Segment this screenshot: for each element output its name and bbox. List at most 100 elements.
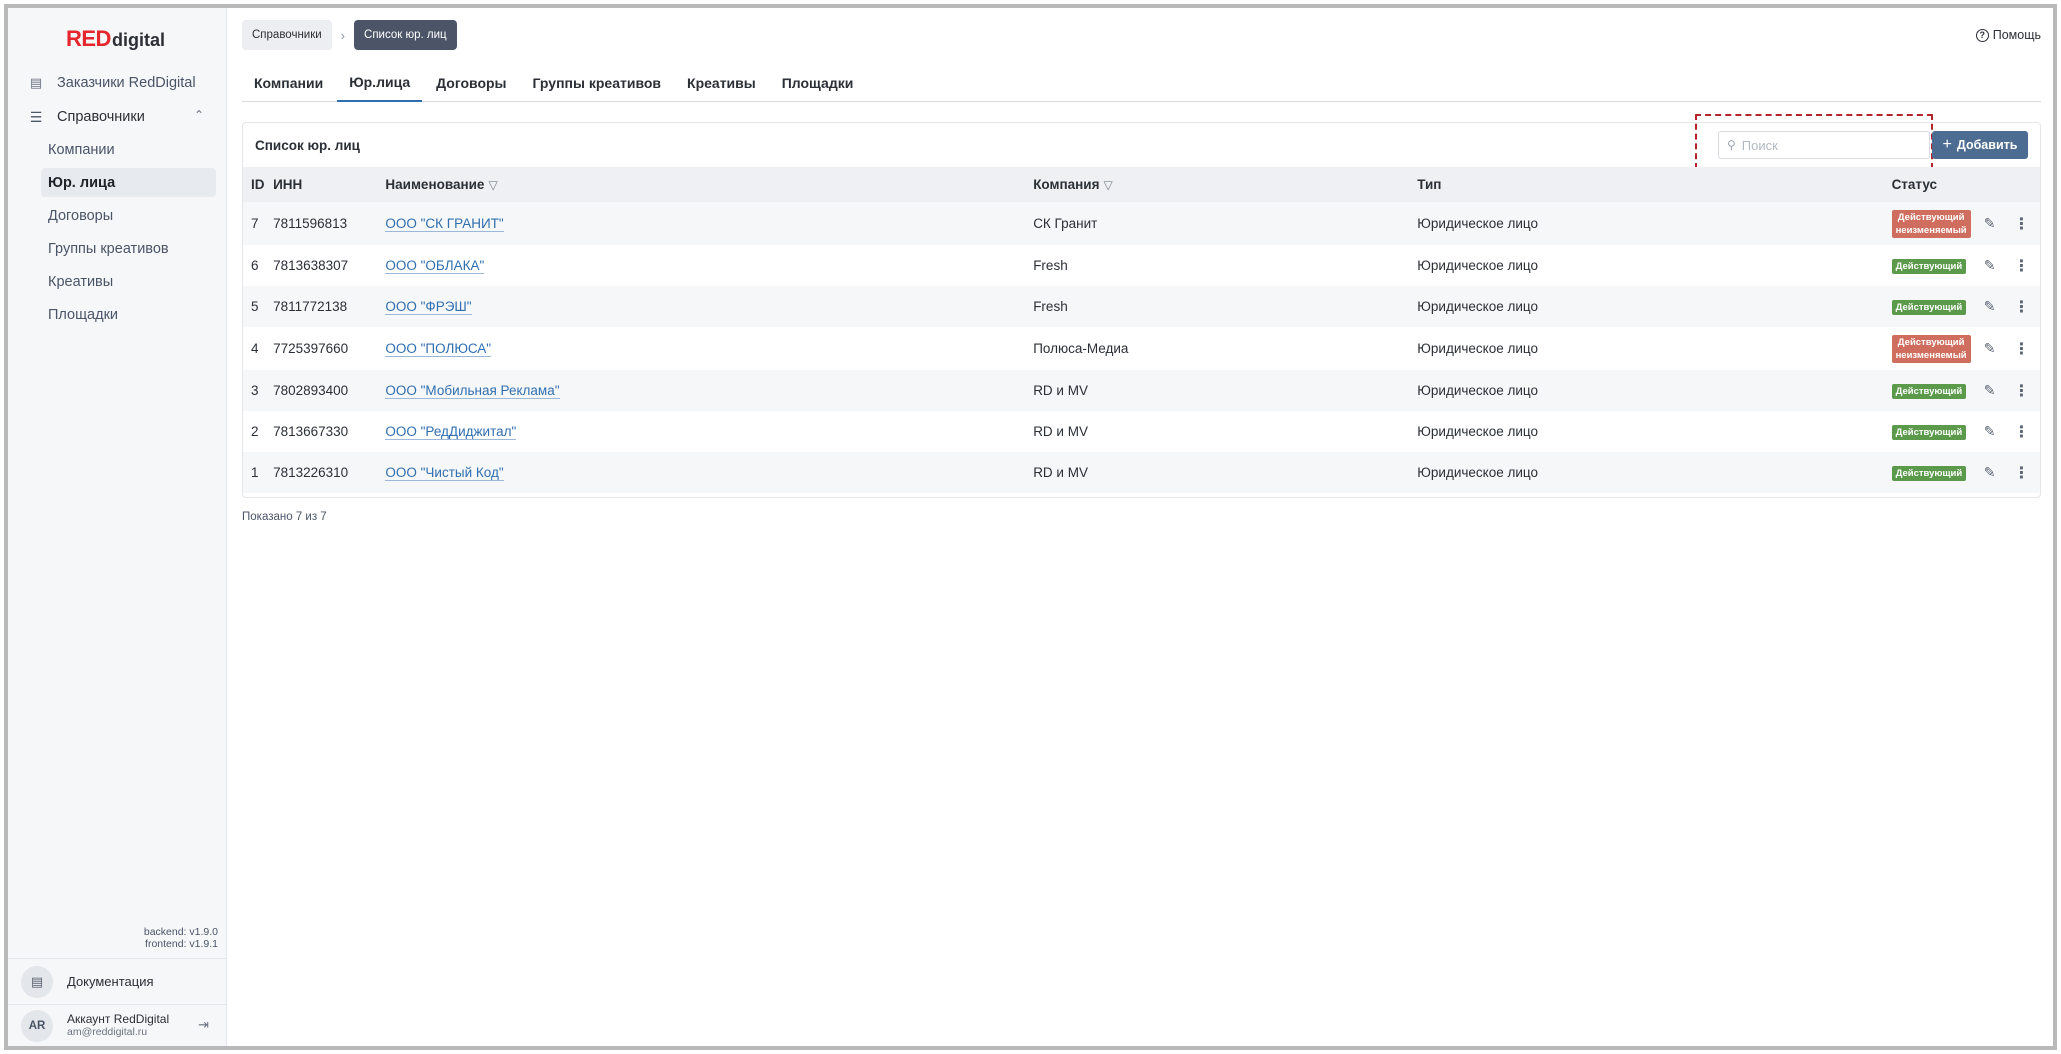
header-name[interactable]: Наименование ▽ [385, 167, 1033, 202]
chevron-up-icon[interactable]: ⌃ [194, 108, 204, 122]
more-vertical-icon[interactable]: ⋮ [2014, 256, 2030, 276]
entity-name-link[interactable]: ООО "ОБЛАКА" [385, 258, 485, 274]
table-row[interactable]: 3 7802893400 ООО "Мобильная Реклама" RD и M… [243, 370, 2040, 411]
documentation-label: Документация [67, 974, 154, 989]
sidebar-item-platforms[interactable]: Площадки [41, 300, 216, 329]
table-row[interactable]: 5 7811772138 ООО "ФРЭШ" Fresh Юридическое ли… [243, 286, 2040, 327]
table-header-row: ID ИНН Наименование ▽ Компания ▽ Тип Стату… [243, 167, 2040, 202]
tab-platforms[interactable]: Площадки [770, 64, 866, 102]
table-row[interactable]: 7 7811596813 ООО "СК ГРАНИТ" СК Гранит Юриди… [243, 202, 2040, 245]
more-vertical-icon[interactable]: ⋮ [2014, 381, 2030, 401]
sidebar-item-customers[interactable]: ▤ Заказчики RedDigital [20, 68, 216, 98]
cell-type: Юридическое лицо [1417, 424, 1538, 439]
logout-icon[interactable]: ⇥ [198, 1017, 209, 1033]
entity-name-link[interactable]: ООО "ФРЭШ" [385, 299, 472, 315]
main-content: Справочники › Список юр. лиц ? Помощь Ко… [228, 8, 2053, 1046]
table-row[interactable]: 1 7813226310 ООО "Чистый Код" RD и MV Юридич… [243, 452, 2040, 493]
cell-name: ООО "РедДиджитал" [385, 411, 1033, 452]
help-link[interactable]: ? Помощь [1975, 28, 2041, 42]
sidebar-item-legal-entities[interactable]: Юр. лица [41, 168, 216, 197]
status-text: Действующий [1897, 211, 1965, 223]
breadcrumb-directories[interactable]: Справочники [242, 20, 332, 50]
entity-name-link[interactable]: ООО "Мобильная Реклама" [385, 383, 560, 399]
entity-name-link[interactable]: ООО "РедДиджитал" [385, 424, 517, 440]
header-actions [1980, 167, 2040, 202]
tab-creative-groups[interactable]: Группы креативов [521, 64, 674, 102]
card-title: Список юр. лиц [255, 138, 360, 153]
header-type[interactable]: Тип [1417, 167, 1891, 202]
cell-actions: ✎ ⋮ [1980, 202, 2040, 245]
edit-icon[interactable]: ✎ [1984, 382, 1996, 399]
status-text: Действующий [1895, 386, 1963, 397]
cell-company: Fresh [1033, 299, 1068, 314]
header-inn[interactable]: ИНН [273, 167, 385, 202]
more-vertical-icon[interactable]: ⋮ [2014, 463, 2030, 483]
cell-id: 7 [251, 216, 259, 231]
edit-icon[interactable]: ✎ [1984, 298, 1996, 315]
status-badge: Действующий [1891, 300, 1967, 315]
cell-inn: 7811596813 [273, 216, 348, 231]
search-input[interactable] [1741, 137, 1922, 153]
help-label: Помощь [1992, 28, 2041, 42]
sidebar-item-label: Заказчики RedDigital [57, 75, 196, 91]
logo-red: RED [66, 26, 111, 51]
add-button[interactable]: + Добавить [1932, 131, 2028, 159]
status-text: неизменяемый [1895, 349, 1967, 361]
entity-name-link[interactable]: ООО "Чистый Код" [385, 465, 504, 481]
cell-name: ООО "СК ГРАНИТ" [385, 202, 1033, 245]
more-vertical-icon[interactable]: ⋮ [2014, 422, 2030, 442]
cell-type: Юридическое лицо [1417, 465, 1538, 480]
table-row[interactable]: 2 7813667330 ООО "РедДиджитал" RD и MV Юриди… [243, 411, 2040, 452]
version-info: backend: v1.9.0 frontend: v1.9.1 [144, 926, 218, 950]
edit-icon[interactable]: ✎ [1984, 464, 1996, 481]
tab-creatives[interactable]: Креативы [675, 64, 768, 102]
edit-icon[interactable]: ✎ [1984, 215, 1996, 232]
avatar[interactable]: AR [21, 1009, 53, 1042]
entity-name-link[interactable]: ООО "СК ГРАНИТ" [385, 216, 504, 232]
sidebar-item-companies[interactable]: Компании [41, 135, 216, 164]
sidebar-item-creative-groups[interactable]: Группы креативов [41, 234, 216, 263]
search-icon: ⚲ [1727, 138, 1736, 152]
entity-name-link[interactable]: ООО "ПОЛЮСА" [385, 341, 492, 357]
cell-type: Юридическое лицо [1417, 258, 1538, 273]
cell-name: ООО "ФРЭШ" [385, 286, 1033, 327]
header-id[interactable]: ID [243, 167, 273, 202]
cell-type: Юридическое лицо [1417, 341, 1538, 356]
more-vertical-icon[interactable]: ⋮ [2014, 297, 2030, 317]
cell-status: Действующий [1891, 411, 1980, 452]
cell-id: 5 [251, 299, 259, 314]
account-email: am@reddigital.ru [67, 1025, 148, 1038]
header-company[interactable]: Компания ▽ [1033, 167, 1417, 202]
edit-icon[interactable]: ✎ [1984, 257, 1996, 274]
edit-icon[interactable]: ✎ [1984, 340, 1996, 357]
documentation-link[interactable]: ▤ Документация [8, 958, 227, 1004]
account-panel: AR Аккаунт RedDigital am@reddigital.ru ⇥ [8, 1004, 227, 1046]
header-status[interactable]: Статус [1892, 167, 1980, 202]
table-row[interactable]: 6 7813638307 ООО "ОБЛАКА" Fresh Юридическое … [243, 245, 2040, 286]
sidebar-item-creatives[interactable]: Креативы [41, 267, 216, 296]
sidebar-item-contracts[interactable]: Договоры [41, 201, 216, 230]
cell-company: RD и MV [1033, 383, 1088, 398]
sidebar-group-label: Справочники [57, 109, 145, 125]
sidebar-group-directories[interactable]: ☰ Справочники ⌃ [20, 102, 216, 132]
status-text: Действующий [1895, 261, 1963, 272]
status-text: Действующий [1895, 427, 1963, 438]
edit-icon[interactable]: ✎ [1984, 423, 1996, 440]
status-badge: Действующий [1891, 425, 1967, 440]
account-name: Аккаунт RedDigital [67, 1011, 170, 1026]
table-row[interactable]: 4 7725397660 ООО "ПОЛЮСА" Полюса-Медиа Юриди… [243, 327, 2040, 370]
tab-contracts[interactable]: Договоры [424, 64, 518, 102]
filter-icon[interactable]: ▽ [488, 178, 497, 192]
tab-companies[interactable]: Компании [242, 64, 335, 102]
search-field[interactable]: ⚲ [1718, 131, 1930, 159]
cell-status: Действующий [1891, 452, 1980, 493]
tab-legal-entities[interactable]: Юр.лица [337, 64, 423, 102]
status-badge: Действующий [1891, 259, 1967, 274]
legal-entities-table: ID ИНН Наименование ▽ Компания ▽ Тип Стату… [243, 167, 2040, 493]
shown-count: Показано 7 из 7 [242, 511, 327, 523]
more-vertical-icon[interactable]: ⋮ [2014, 339, 2030, 359]
cell-id: 6 [251, 258, 259, 273]
more-vertical-icon[interactable]: ⋮ [2014, 214, 2030, 234]
brand-logo[interactable]: RED digital [66, 26, 165, 54]
filter-icon[interactable]: ▽ [1103, 178, 1112, 192]
